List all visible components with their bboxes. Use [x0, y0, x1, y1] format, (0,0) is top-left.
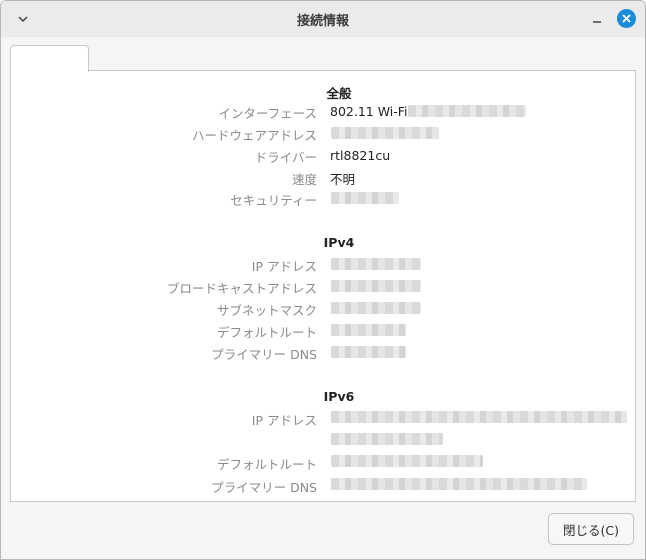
security-label: セキュリティー [230, 193, 317, 208]
redacted-value [331, 433, 443, 445]
minimize-icon[interactable] [589, 11, 605, 27]
general-heading: 全般 [326, 86, 352, 101]
close-icon[interactable] [617, 9, 636, 28]
redacted-value [331, 411, 627, 423]
close-button[interactable]: 閉じる(C) [548, 513, 634, 545]
redacted-value [331, 280, 421, 292]
connection-tab[interactable] [10, 45, 89, 72]
ipv6-heading: IPv6 [323, 389, 355, 404]
driver-value: rtl8821cu [330, 148, 391, 163]
interface-value: 802.11 Wi-Fi [330, 104, 408, 119]
titlebar: 接続情報 [1, 1, 645, 37]
speed-value: 不明 [330, 172, 356, 187]
ipv4-broadcast-label: ブロードキャストアドレス [166, 281, 317, 296]
info-panel: 全般 インターフェース 802.11 Wi-Fi ハードウェアアドレス ドライバ… [10, 70, 636, 502]
ipv6-dns-label: プライマリー DNS [211, 480, 317, 495]
redacted-value [331, 455, 483, 467]
window-title: 接続情報 [296, 14, 349, 29]
redacted-value [331, 258, 421, 270]
ipv4-dns-label: プライマリー DNS [211, 347, 317, 362]
redacted-value [331, 478, 587, 490]
ipv4-gateway-label: デフォルトルート [216, 325, 317, 340]
hw-address-label: ハードウェアアドレス [191, 128, 317, 143]
ipv4-ip-label: IP アドレス [251, 259, 317, 274]
redacted-value [331, 324, 406, 336]
ipv6-ip-label: IP アドレス [251, 413, 317, 428]
connection-info-window: 接続情報 全般 インターフェース 802.11 Wi-Fi ハードウェアアドレス… [0, 0, 646, 560]
redacted-value [408, 105, 526, 117]
redacted-value [331, 192, 399, 204]
ipv4-heading: IPv4 [323, 235, 355, 250]
redacted-value [331, 346, 406, 358]
redacted-value [331, 302, 421, 314]
redacted-value [331, 127, 439, 139]
interface-label: インターフェース [218, 106, 317, 121]
speed-label: 速度 [291, 172, 317, 187]
driver-label: ドライバー [254, 150, 317, 165]
ipv4-subnet-label: サブネットマスク [216, 303, 317, 318]
ipv6-gateway-label: デフォルトルート [216, 457, 317, 472]
